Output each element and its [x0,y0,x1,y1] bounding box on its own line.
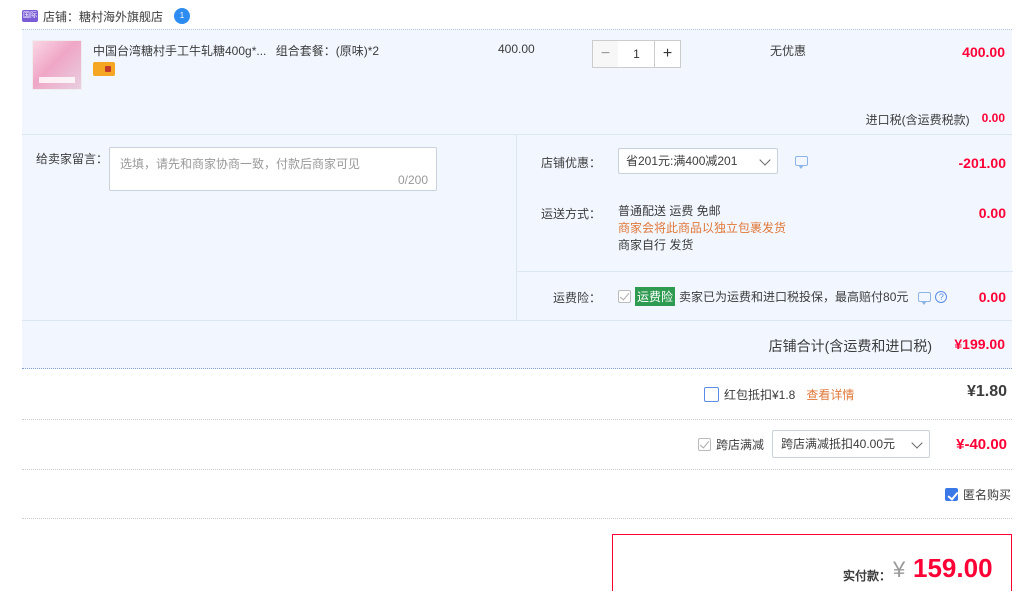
import-tax-value: 0.00 [981,111,1005,125]
shipping-notice: 商家会将此商品以独立包裹发货 [618,221,787,235]
store-promo-select[interactable]: 省201元:满400减201 [618,148,778,174]
insurance-label: 运费险： [552,291,601,305]
item-row: 中国台湾糖村手工牛轧糖400g*... 组合套餐：(原味)*2 400.00 −… [22,30,1012,134]
shipping-sender: 商家自行 发货 [618,238,694,252]
shipping-amount: 0.00 [978,205,1006,221]
product-name[interactable]: 中国台湾糖村手工牛轧糖400g*... [93,44,266,58]
product-thumbnail[interactable] [32,40,82,90]
store-promo-label: 店铺优惠： [540,156,601,170]
store-promo-selected: 省201元:满400减201 [626,154,738,168]
message-char-count: 0/200 [397,173,428,187]
qty-value: 1 [633,47,640,61]
chevron-down-icon [911,437,923,449]
anonymous-option: 匿名购买 [944,486,1011,503]
message-section: 给卖家留言： 选填，请先和商家协商一致，付款后商家可见 0/200 [22,134,516,320]
insurance-checkbox[interactable] [618,290,631,303]
red-packet-checkbox[interactable] [704,387,719,402]
red-packet-amount: ¥1.80 [966,383,1007,400]
anonymous-row [22,470,1012,519]
chevron-down-icon [759,154,771,166]
shipping-row: 运送方式： 普通配送 运费 免邮 商家会将此商品以独立包裹发货 商家自行 发货 … [517,187,1013,271]
qty-input[interactable]: 1 [618,40,655,68]
payment-summary: 实付款： ¥ 159.00 [612,534,1012,591]
import-tax-row: 进口税(含运费税款) 0.00 [866,111,1005,128]
insurance-text: 卖家已为运费和进口税投保，最高赔付80元 [679,290,909,304]
qty-decrease-button[interactable]: − [592,40,619,68]
item-total: 400.00 [962,44,1005,60]
qty-increase-button[interactable]: + [654,40,681,68]
red-packet-details-link[interactable]: 查看详情 [806,386,854,403]
cross-store-checkbox[interactable] [698,438,711,451]
shipping-method: 普通配送 运费 免邮 [618,204,721,218]
payment-currency: ¥ [893,557,906,582]
shipping-label: 运送方式： [540,207,601,221]
chat-icon[interactable]: 1 [174,8,191,24]
insurance-amount: 0.00 [978,289,1006,305]
store-total-row: 店铺合计(含运费和进口税) ¥199.00 [22,320,1012,370]
insurance-content: 运费险 卖家已为运费和进口税投保，最高赔付80元 ? [618,287,948,306]
insurance-tag: 运费险 [635,287,676,306]
message-textarea[interactable]: 选填，请先和商家协商一致，付款后商家可见 0/200 [109,147,437,191]
insurance-row: 运费险： 运费险 卖家已为运费和进口税投保，最高赔付80元 ? 0.00 [517,272,1013,321]
cross-store-selected: 跨店满减抵扣40.00元 [781,437,896,451]
anonymous-label: 匿名购买 [962,488,1011,502]
payment-label: 实付款： [843,569,892,583]
red-packet-label: 红包抵扣¥1.8 [724,388,796,402]
store-header: 国际 店铺：糖村海外旗舰店 1 [22,6,191,26]
import-tax-label: 进口税(含运费税款) [865,113,970,127]
store-total-label: 店铺合计(含运费和进口税) [768,338,932,354]
product-spec: 组合套餐：(原味)*2 [275,44,380,58]
payment-total: 159.00 [913,553,993,583]
unit-price: 400.00 [498,42,535,56]
cross-store-label: 跨店满减 [716,438,765,452]
red-packet-row [22,370,1012,420]
store-total-value: ¥199.00 [954,336,1005,352]
card-payment-icon [93,62,115,76]
global-store-badge: 国际 [22,10,38,22]
message-placeholder: 选填，请先和商家协商一致，付款后商家可见 [120,157,361,171]
help-icon[interactable]: ? [935,290,948,303]
red-packet-option: 红包抵扣¥1.8 查看详情 [704,386,854,403]
comment-icon[interactable] [795,156,808,169]
cross-store-select[interactable]: 跨店满减抵扣40.00元 [772,430,930,458]
quantity-stepper: − 1 + [592,40,681,68]
message-label: 给卖家留言： [36,152,109,166]
store-promo-row: 店铺优惠： 省201元:满400减201 -201.00 [517,135,1013,187]
comment-icon[interactable] [918,291,932,305]
order-block: 中国台湾糖村手工牛轧糖400g*... 组合套餐：(原味)*2 400.00 −… [22,29,1013,370]
options-section: 店铺优惠： 省201元:满400减201 -201.00 运送方式： 普通配送 … [516,134,1013,321]
store-promo-amount: -201.00 [958,155,1006,171]
shipping-details: 普通配送 运费 免邮 商家会将此商品以独立包裹发货 商家自行 发货 [618,203,786,254]
anonymous-checkbox[interactable] [944,488,958,501]
item-discount: 无优惠 [770,44,807,58]
cross-store-amount: ¥-40.00 [956,436,1007,453]
cross-store-option: 跨店满减 [698,436,764,453]
store-name[interactable]: 店铺：糖村海外旗舰店 [43,8,163,25]
product-title[interactable]: 中国台湾糖村手工牛轧糖400g*... 组合套餐：(原味)*2 [93,42,393,59]
